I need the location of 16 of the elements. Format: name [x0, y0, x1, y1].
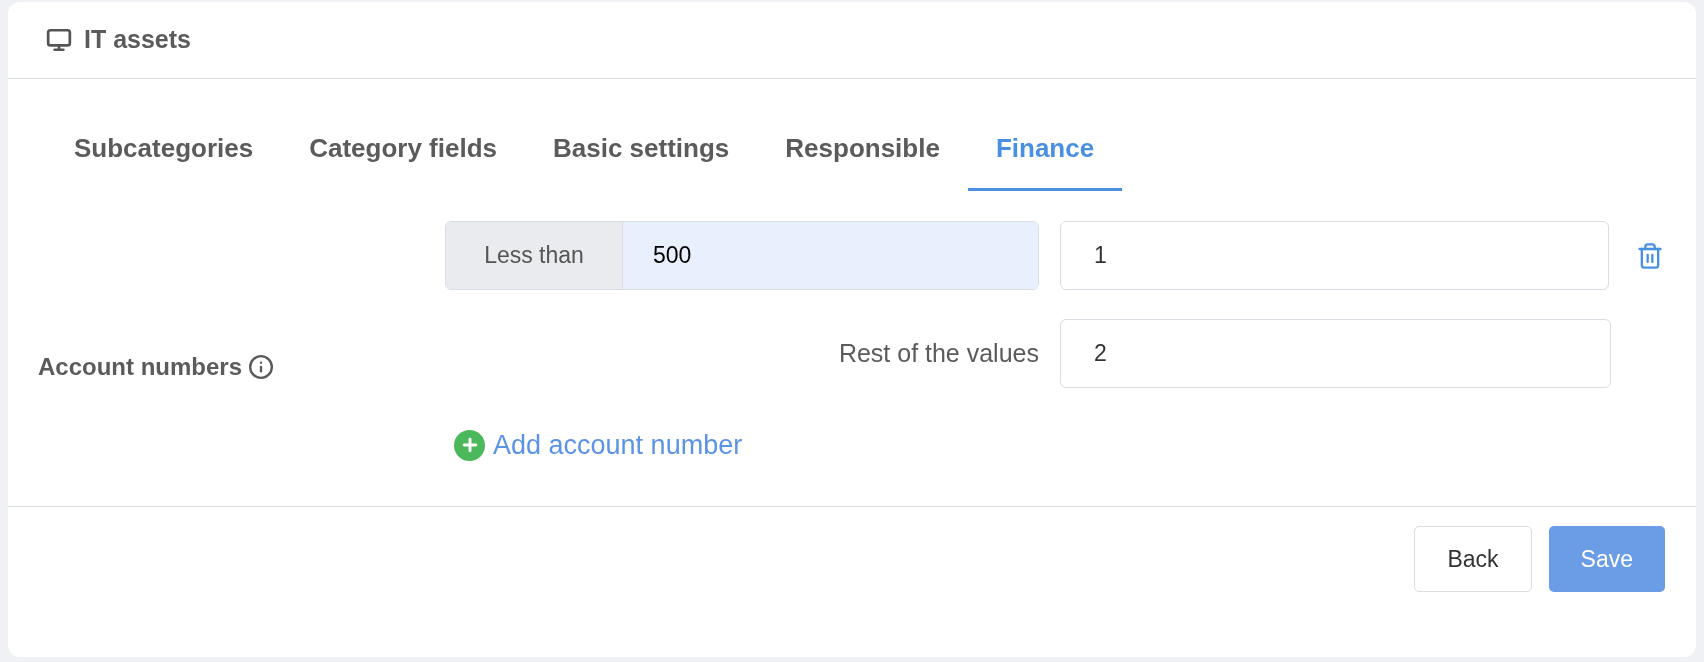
rest-label: Rest of the values — [837, 337, 1039, 369]
threshold-value: 500 — [623, 222, 1038, 289]
field-label: Account numbers — [38, 352, 243, 382]
monitor-icon — [46, 27, 72, 53]
threshold-field[interactable]: Less than 500 — [445, 221, 1039, 290]
tab[interactable]: Basic settings — [525, 121, 758, 191]
info-icon[interactable] — [248, 354, 275, 380]
tab[interactable]: Responsible — [757, 121, 968, 191]
back-button[interactable]: Back — [1414, 526, 1532, 592]
plus-icon — [454, 429, 485, 461]
account-field[interactable]: 1 — [1060, 221, 1609, 290]
card-title: IT assets — [84, 24, 191, 56]
tab[interactable]: Category fields — [281, 121, 525, 191]
account-field[interactable]: 2 — [1060, 319, 1611, 388]
condition-addon: Less than — [446, 222, 623, 289]
tab[interactable]: Subcategories — [46, 121, 282, 191]
